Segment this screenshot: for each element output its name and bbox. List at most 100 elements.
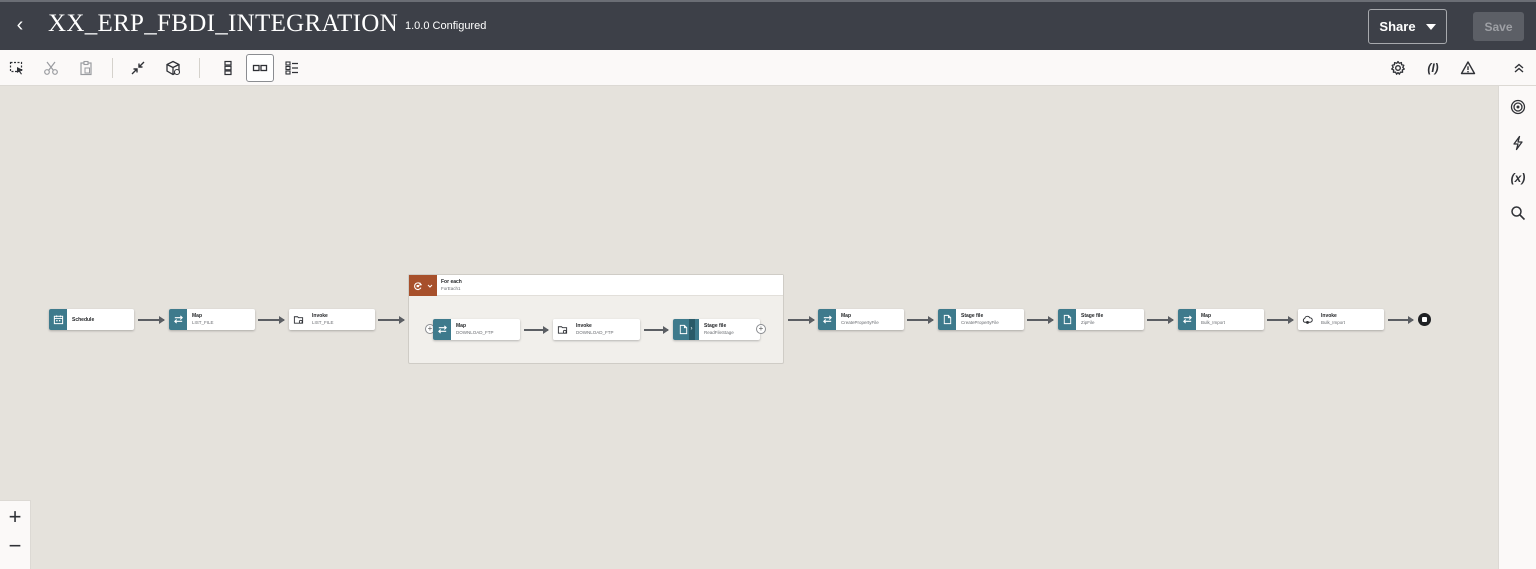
node-sublabel: Bulk_Import xyxy=(1321,320,1346,325)
foreach-container[interactable]: For each ForEach1 + Map DOWNLOAD_FTP Inv… xyxy=(408,274,784,364)
ftp-folder-icon xyxy=(557,326,567,334)
collapse-icon xyxy=(131,61,145,75)
package-icon xyxy=(166,60,181,76)
flow-arrow xyxy=(1147,316,1174,324)
vertical-layout-button[interactable] xyxy=(215,55,241,81)
toolbar: (I) xyxy=(0,50,1536,86)
tracking-icon: (I) xyxy=(1427,61,1439,75)
flow-arrow xyxy=(788,316,815,324)
flow-arrow xyxy=(644,326,669,334)
right-panel-rail: (x) xyxy=(1498,86,1536,569)
collapse-button[interactable] xyxy=(125,55,151,81)
paste-icon xyxy=(80,60,92,76)
tracking-button[interactable]: (I) xyxy=(1420,55,1446,81)
node-label: Invoke xyxy=(576,323,592,329)
package-button[interactable] xyxy=(160,55,186,81)
flow-arrow xyxy=(258,316,285,324)
page-title: XX_ERP_FBDI_INTEGRATION xyxy=(48,10,398,37)
node-label: Stage file xyxy=(961,313,984,319)
caret-down-icon xyxy=(1425,23,1436,30)
node-label: Map xyxy=(192,313,202,319)
paste-button[interactable] xyxy=(73,55,99,81)
node-label: Invoke xyxy=(312,313,328,319)
ftp-folder-icon xyxy=(293,316,303,324)
pseudo-layout-icon xyxy=(285,61,298,75)
share-label: Share xyxy=(1379,19,1416,34)
stage-file-icon xyxy=(1063,314,1071,325)
stage-file-icon xyxy=(679,324,687,335)
end-node[interactable] xyxy=(1418,313,1431,326)
add-action-button[interactable]: + xyxy=(756,324,766,334)
flow-arrow xyxy=(138,316,165,324)
toolbar-divider xyxy=(199,58,200,78)
flow-arrow xyxy=(524,326,549,334)
node-sublabel: ReadFileStage xyxy=(704,330,734,335)
map-icon xyxy=(437,325,447,334)
business-identifiers-button[interactable] xyxy=(1505,94,1531,120)
pseudo-layout-button[interactable] xyxy=(279,55,305,81)
node-label: Invoke xyxy=(1321,313,1337,319)
map-list-file-node[interactable]: Map LIST_FILE xyxy=(169,309,255,330)
chevron-right-icon: › xyxy=(688,319,695,340)
foreach-icon-box[interactable] xyxy=(409,275,437,296)
stage-zip-file-node[interactable]: Stage file ZipFile xyxy=(1058,309,1144,330)
node-label: Map xyxy=(456,323,466,329)
calendar-icon xyxy=(53,315,63,325)
map-create-property-node[interactable]: Map CreatePropertyFile xyxy=(818,309,904,330)
errors-button[interactable] xyxy=(1455,55,1481,81)
back-button[interactable]: ‹ xyxy=(10,14,30,36)
flow-arrow xyxy=(1267,316,1294,324)
actions-button[interactable] xyxy=(1505,130,1531,156)
select-button[interactable] xyxy=(4,55,30,81)
map-icon xyxy=(822,315,832,324)
zoom-in-button[interactable]: + xyxy=(4,506,26,528)
stage-file-icon xyxy=(943,314,951,325)
node-label: Schedule xyxy=(72,317,95,323)
flow-arrow xyxy=(378,316,405,324)
stage-read-file-node[interactable]: › Stage file ReadFileStage xyxy=(673,319,760,340)
node-sublabel: LIST_FILE xyxy=(192,320,214,325)
map-download-ftp-node[interactable]: Map DOWNLOAD_FTP xyxy=(433,319,520,340)
invoke-bulk-import-node[interactable]: Invoke Bulk_Import xyxy=(1298,309,1384,330)
node-icon-box xyxy=(169,309,187,330)
node-icon-box xyxy=(818,309,836,330)
map-bulk-import-node[interactable]: Map Bulk_Import xyxy=(1178,309,1264,330)
lightning-icon xyxy=(1513,135,1523,151)
node-icon-box xyxy=(1298,309,1316,330)
node-icon-box: › xyxy=(673,319,699,340)
node-sublabel: LIST_FILE xyxy=(312,320,334,325)
zoom-out-button[interactable]: − xyxy=(4,535,26,557)
node-icon-box xyxy=(289,309,307,330)
node-label: Stage file xyxy=(1081,313,1104,319)
save-button[interactable]: Save xyxy=(1473,12,1524,41)
settings-button[interactable] xyxy=(1385,55,1411,81)
foreach-sublabel: ForEach1 xyxy=(441,286,461,291)
node-sublabel: Bulk_Import xyxy=(1201,320,1226,325)
collapse-toolbar-button[interactable] xyxy=(1506,55,1532,81)
search-button[interactable] xyxy=(1505,200,1531,226)
select-icon xyxy=(9,61,23,75)
node-icon-box xyxy=(553,319,571,340)
schedule-node[interactable]: Schedule xyxy=(49,309,134,330)
horizontal-layout-icon xyxy=(252,64,268,72)
variable-icon: (x) xyxy=(1510,171,1526,185)
share-button[interactable]: Share xyxy=(1368,9,1447,44)
chevron-down-icon xyxy=(427,284,433,288)
node-icon-box xyxy=(1058,309,1076,330)
node-sublabel: CreatePropertyFile xyxy=(961,320,999,325)
node-sublabel: ZipFile xyxy=(1081,320,1095,325)
version-status: 1.0.0 Configured xyxy=(405,20,487,32)
stage-create-property-node[interactable]: Stage file CreatePropertyFile xyxy=(938,309,1024,330)
map-icon xyxy=(173,315,183,324)
invoke-list-file-node[interactable]: Invoke LIST_FILE xyxy=(289,309,375,330)
flow-arrow xyxy=(1027,316,1054,324)
map-icon xyxy=(1182,315,1192,324)
loop-icon xyxy=(414,281,423,290)
node-sublabel: DOWNLOAD_FTP xyxy=(576,330,614,335)
foreach-header: For each ForEach1 xyxy=(409,275,783,296)
horizontal-layout-button[interactable] xyxy=(246,54,274,82)
cut-button[interactable] xyxy=(38,55,64,81)
flow-arrow xyxy=(907,316,934,324)
variables-button[interactable]: (x) xyxy=(1505,165,1531,191)
invoke-download-ftp-node[interactable]: Invoke DOWNLOAD_FTP xyxy=(553,319,640,340)
